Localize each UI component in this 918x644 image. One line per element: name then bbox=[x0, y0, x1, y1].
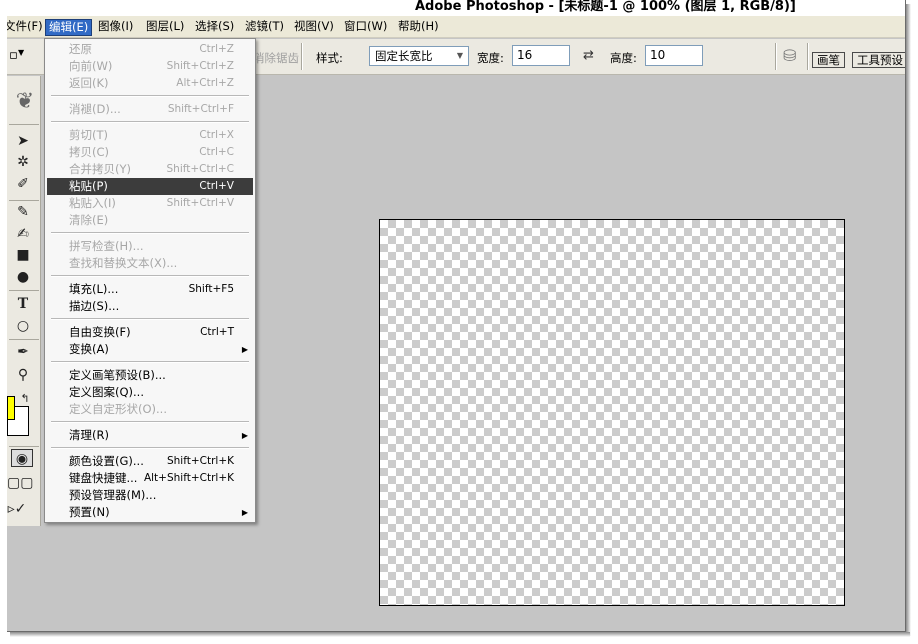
menu-item-purge[interactable]: 清理(R) ▶ bbox=[47, 427, 253, 444]
menu-item-define-custom-shape[interactable]: 定义自定形状(O)... bbox=[47, 401, 253, 418]
foreground-color-swatch[interactable] bbox=[7, 396, 15, 420]
menu-item-color-settings[interactable]: 颜色设置(G)... Shift+Ctrl+K bbox=[47, 453, 253, 470]
screen-mode-icon[interactable]: ▢▢ bbox=[7, 474, 33, 492]
menu-separator bbox=[51, 121, 249, 123]
eyedropper-icon[interactable]: ✒ bbox=[13, 343, 33, 361]
style-select-value: 固定长宽比 bbox=[375, 49, 433, 63]
menu-help[interactable]: 帮助(H) bbox=[395, 19, 442, 36]
photoshop-window: Adobe Photoshop - [未标题-1 @ 100% (图层 1, R… bbox=[7, 0, 906, 632]
menu-item-spell-check[interactable]: 拼写检查(H)... bbox=[47, 238, 253, 255]
feather-logo-icon[interactable]: ❦ bbox=[10, 84, 40, 120]
quick-mask-icon[interactable]: ◉ bbox=[11, 449, 33, 467]
menu-item-clear[interactable]: 清除(E) bbox=[47, 212, 253, 229]
window-shadow bbox=[906, 4, 911, 636]
menu-item-free-transform[interactable]: 自由变换(F) Ctrl+T bbox=[47, 324, 253, 341]
tab-tool-presets[interactable]: 工具预设 bbox=[852, 52, 905, 68]
height-input[interactable]: 10 bbox=[645, 45, 703, 66]
swap-dimensions-icon[interactable]: ⇄ bbox=[583, 48, 594, 63]
menu-separator bbox=[51, 361, 249, 363]
gradient-tool-icon[interactable]: ■ bbox=[13, 246, 33, 264]
screenshot-frame: Adobe Photoshop - [未标题-1 @ 100% (图层 1, R… bbox=[0, 0, 918, 644]
menu-edit[interactable]: 编辑(E) bbox=[45, 19, 93, 36]
submenu-arrow-icon: ▶ bbox=[241, 508, 248, 517]
menu-item-transform[interactable]: 变换(A) ▶ bbox=[47, 341, 253, 358]
tool-preset-arrow-icon[interactable]: ▼ bbox=[18, 48, 24, 57]
menu-item-stroke[interactable]: 描边(S)... bbox=[47, 298, 253, 315]
menu-separator bbox=[51, 275, 249, 277]
style-label: 样式: bbox=[316, 51, 343, 65]
toolbox-divider bbox=[9, 124, 39, 125]
zoom-tool-icon[interactable]: ⚲ bbox=[13, 366, 33, 384]
dodge-tool-icon[interactable]: ● bbox=[13, 268, 33, 286]
menu-item-define-brush[interactable]: 定义画笔预设(B)... bbox=[47, 367, 253, 384]
type-tool-icon[interactable]: T bbox=[13, 295, 33, 313]
menu-item-preferences[interactable]: 预置(N) ▶ bbox=[47, 504, 253, 521]
window-title: Adobe Photoshop - [未标题-1 @ 100% (图层 1, R… bbox=[415, 0, 796, 14]
width-input[interactable]: 16 bbox=[512, 45, 570, 66]
menu-separator bbox=[51, 318, 249, 320]
options-divider bbox=[301, 43, 303, 70]
menu-select[interactable]: 选择(S) bbox=[192, 19, 237, 36]
menu-separator bbox=[51, 421, 249, 423]
menu-item-keyboard-shortcuts[interactable]: 键盘快捷键... Alt+Shift+Ctrl+K bbox=[47, 470, 253, 487]
toolbox-divider bbox=[9, 339, 39, 340]
slice-tool-icon[interactable]: ✐ bbox=[13, 175, 33, 193]
menu-item-copy-merged[interactable]: 合并拷贝(Y) Shift+Ctrl+C bbox=[47, 161, 253, 178]
menu-item-copy[interactable]: 拷贝(C) Ctrl+C bbox=[47, 144, 253, 161]
chevron-down-icon: ▼ bbox=[456, 51, 464, 60]
antialias-label: 消除锯齿 bbox=[253, 51, 299, 65]
move-tool-icon[interactable]: ➤ bbox=[13, 132, 33, 150]
menu-item-define-pattern[interactable]: 定义图案(Q)... bbox=[47, 384, 253, 401]
menu-separator bbox=[51, 95, 249, 97]
style-select[interactable]: 固定长宽比 ▼ bbox=[369, 46, 469, 66]
menu-item-paste[interactable]: 粘贴(P) Ctrl+V bbox=[47, 178, 253, 195]
menu-item-find-replace[interactable]: 查找和替换文本(X)... bbox=[47, 255, 253, 272]
menu-item-fill[interactable]: 填充(L)... Shift+F5 bbox=[47, 281, 253, 298]
document-canvas[interactable] bbox=[379, 219, 845, 606]
history-brush-icon[interactable]: ✍ bbox=[13, 225, 33, 243]
edit-menu-dropdown: 还原 Ctrl+Z 向前(W) Shift+Ctrl+Z 返回(K) Alt+Ctrl… bbox=[44, 38, 256, 523]
toolbox: ❦ ➤ ✲ ✐ ✎ ✍ ■ ● T ○ ✒ ⚲ ↰ ◉ ▢▢ ▹✓ bbox=[7, 76, 41, 526]
ellipse-tool-icon[interactable]: ○ bbox=[13, 317, 33, 335]
menu-filter[interactable]: 滤镜(T) bbox=[242, 19, 287, 36]
menu-window[interactable]: 窗口(W) bbox=[341, 19, 390, 36]
menu-item-preset-manager[interactable]: 预设管理器(M)... bbox=[47, 487, 253, 504]
width-label: 宽度: bbox=[477, 51, 504, 65]
menu-item-step-backward[interactable]: 返回(K) Alt+Ctrl+Z bbox=[47, 75, 253, 92]
menu-item-undo[interactable]: 还原 Ctrl+Z bbox=[47, 41, 253, 58]
toolbox-divider bbox=[9, 446, 39, 447]
menu-view[interactable]: 视图(V) bbox=[291, 19, 337, 36]
options-divider bbox=[807, 43, 809, 70]
toolbox-divider bbox=[9, 200, 39, 201]
submenu-arrow-icon: ▶ bbox=[241, 345, 248, 354]
tool-preset-icon[interactable]: ▫ bbox=[9, 48, 18, 63]
window-shadow bbox=[10, 632, 910, 637]
tab-brushes[interactable]: 画笔 bbox=[812, 52, 845, 68]
file-browser-icon[interactable]: ⛁ bbox=[783, 46, 796, 65]
toolbox-divider bbox=[9, 290, 39, 291]
height-label: 高度: bbox=[610, 51, 637, 65]
swap-colors-icon[interactable]: ↰ bbox=[15, 390, 35, 408]
menu-item-cut[interactable]: 剪切(T) Ctrl+X bbox=[47, 127, 253, 144]
menu-item-paste-into[interactable]: 粘贴入(I) Shift+Ctrl+V bbox=[47, 195, 253, 212]
brush-tool-icon[interactable]: ✎ bbox=[13, 203, 33, 221]
menu-file[interactable]: 文件(F) bbox=[7, 19, 46, 36]
title-bar: Adobe Photoshop - [未标题-1 @ 100% (图层 1, R… bbox=[7, 0, 905, 16]
menu-image[interactable]: 图像(I) bbox=[95, 19, 136, 36]
options-divider bbox=[775, 43, 777, 70]
menu-separator bbox=[51, 447, 249, 449]
menu-layer[interactable]: 图层(L) bbox=[143, 19, 187, 36]
menu-separator bbox=[51, 232, 249, 234]
magic-wand-icon[interactable]: ✲ bbox=[13, 153, 33, 171]
submenu-arrow-icon: ▶ bbox=[241, 431, 248, 440]
jump-to-imageready-icon[interactable]: ▹✓ bbox=[7, 500, 27, 518]
menu-item-step-forward[interactable]: 向前(W) Shift+Ctrl+Z bbox=[47, 58, 253, 75]
menu-item-fade[interactable]: 消褪(D)... Shift+Ctrl+F bbox=[47, 101, 253, 118]
menu-bar: 文件(F) 编辑(E) 图像(I) 图层(L) 选择(S) 滤镜(T) 视图(V… bbox=[7, 16, 905, 38]
